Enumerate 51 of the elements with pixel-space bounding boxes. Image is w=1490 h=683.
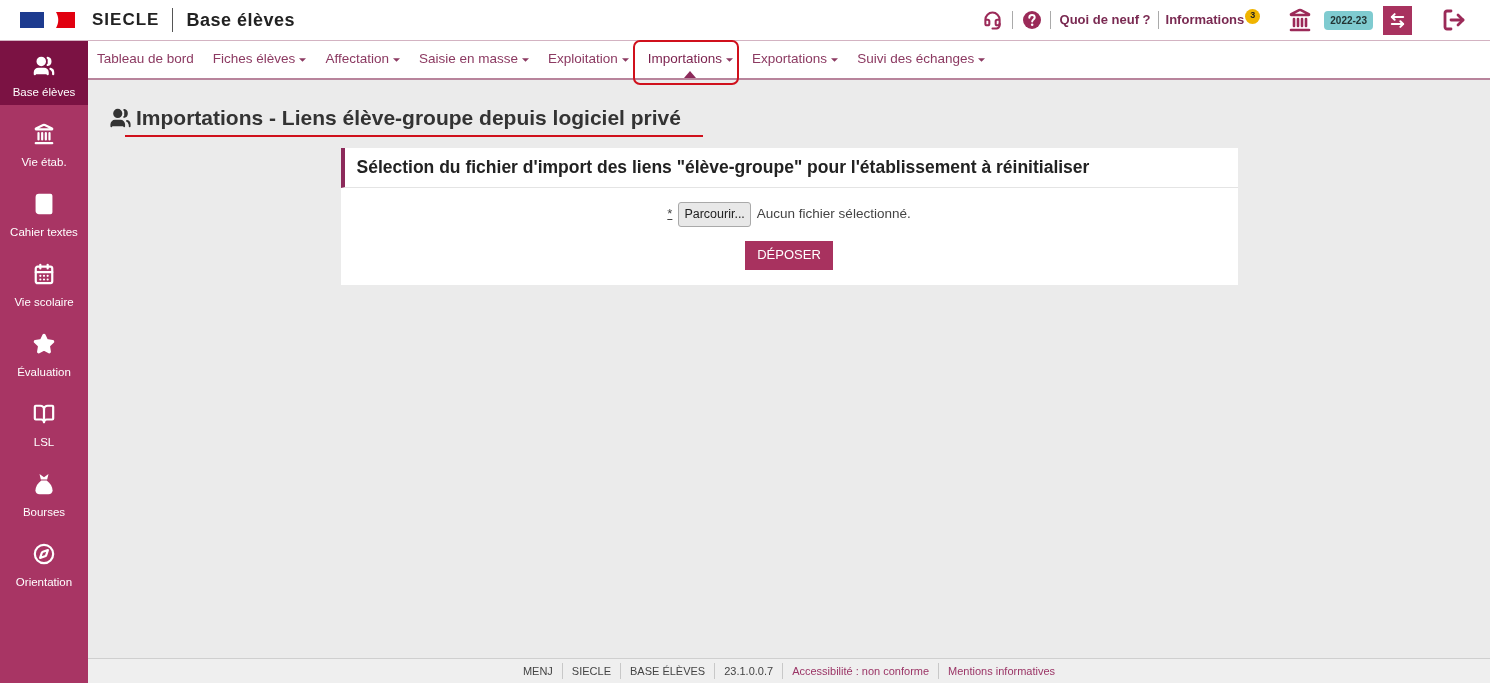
header-link[interactable]: Quoi de neuf ? bbox=[1059, 10, 1151, 30]
swap-arrows-icon bbox=[1389, 11, 1406, 29]
sidebar-item[interactable]: Bourses bbox=[0, 455, 88, 525]
required-asterisk: * bbox=[667, 205, 673, 224]
book-icon bbox=[33, 193, 55, 215]
page-title: Importations - Liens élève-groupe depuis logiciel privé bbox=[136, 105, 681, 131]
menu-item[interactable]: Tableau de bord bbox=[97, 41, 194, 78]
menu-item[interactable]: Saisie en masse bbox=[418, 41, 529, 78]
sidebar-item[interactable]: Base élèves bbox=[0, 41, 88, 105]
logout-icon[interactable] bbox=[1442, 8, 1466, 32]
sidebar-item[interactable]: Vie scolaire bbox=[0, 245, 88, 315]
menu-item[interactable]: Exploitation bbox=[548, 41, 629, 78]
compass-icon bbox=[33, 543, 55, 565]
brand-name: SIECLE bbox=[92, 9, 160, 32]
sidebar-item[interactable]: Évaluation bbox=[0, 315, 88, 385]
menu-item[interactable]: Importations bbox=[647, 41, 734, 78]
footer-text: SIECLE bbox=[571, 663, 611, 679]
active-triangle-icon bbox=[684, 71, 697, 78]
open-book-icon bbox=[33, 403, 55, 425]
notification-count: 3 bbox=[1245, 8, 1261, 24]
sidebar-item[interactable]: Vie étab. bbox=[0, 105, 88, 175]
menu-item[interactable]: Fiches élèves bbox=[212, 41, 307, 78]
menu-item[interactable]: Suivi des échanges bbox=[857, 41, 986, 78]
module-name: Base élèves bbox=[186, 8, 295, 32]
tricolor-logo-icon bbox=[20, 11, 75, 29]
school-year-badge: 2022-23 bbox=[1324, 10, 1373, 30]
submit-button[interactable]: DÉPOSER bbox=[745, 240, 833, 270]
header-link[interactable]: Informations bbox=[1165, 10, 1245, 30]
help-icon[interactable] bbox=[1022, 11, 1041, 29]
calendar-icon bbox=[33, 263, 55, 285]
sidebar-item[interactable]: Orientation bbox=[0, 525, 88, 595]
sidebar-item[interactable]: LSL bbox=[0, 385, 88, 455]
file-status: Aucun fichier sélectionné. bbox=[756, 204, 911, 223]
bank-icon[interactable] bbox=[1288, 8, 1313, 32]
sack-icon bbox=[35, 473, 53, 495]
panel-heading: Sélection du fichier d'import des liens "élève-groupe" pour l'établissement à réinitialiser bbox=[356, 155, 1090, 179]
bank-icon bbox=[33, 123, 55, 145]
menu-item[interactable]: Affectation bbox=[325, 41, 400, 78]
browse-button[interactable]: Parcourir... bbox=[678, 201, 751, 227]
footer-link[interactable]: Mentions informatives bbox=[948, 662, 1056, 680]
support-headset-icon[interactable] bbox=[982, 10, 1002, 30]
group-icon bbox=[33, 55, 55, 77]
footer-text: MENJ bbox=[522, 663, 553, 679]
star-icon bbox=[33, 333, 55, 355]
footer-link[interactable]: Accessibilité : non conforme bbox=[792, 662, 930, 680]
menu-item[interactable]: Exportations bbox=[752, 41, 839, 78]
sidebar-item[interactable]: Cahier textes bbox=[0, 175, 88, 245]
footer-text: 23.1.0.0.7 bbox=[724, 663, 774, 679]
switch-button[interactable] bbox=[1383, 5, 1412, 35]
footer-text: BASE ÉLÈVES bbox=[630, 663, 706, 679]
group-icon bbox=[108, 106, 133, 129]
